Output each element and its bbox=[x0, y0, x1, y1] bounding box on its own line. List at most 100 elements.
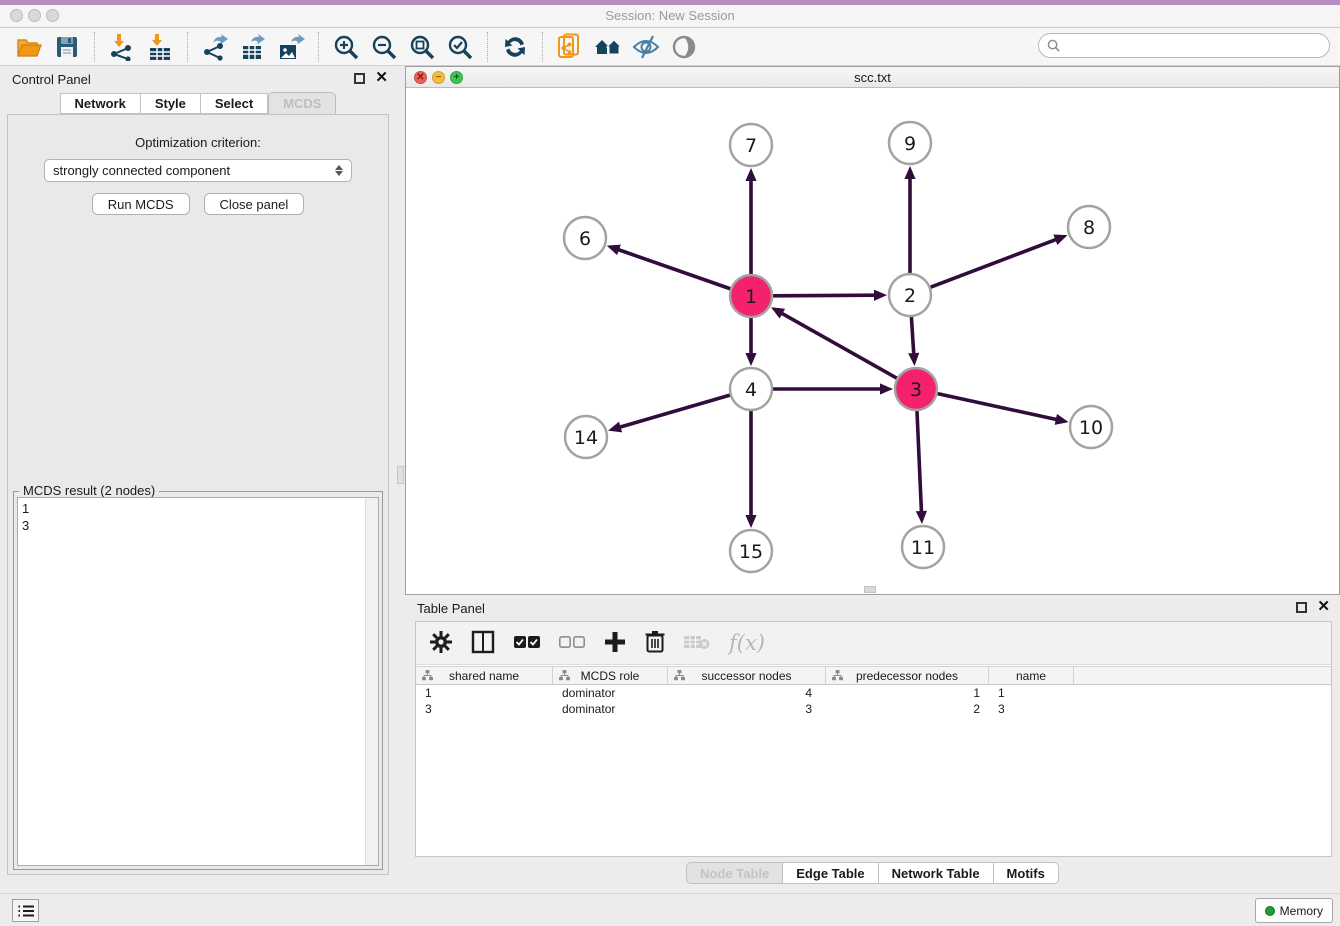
node-table: shared name MCDS role successor nodes pr… bbox=[416, 666, 1331, 717]
table-cell[interactable]: 3 bbox=[416, 702, 553, 716]
graph-edge-2-3[interactable] bbox=[908, 317, 919, 366]
optimization-criterion-label: Optimization criterion: bbox=[8, 135, 388, 150]
graph-node-3[interactable]: 3 bbox=[895, 368, 937, 410]
import-network-icon[interactable] bbox=[105, 31, 139, 63]
table-cell[interactable]: 1 bbox=[416, 686, 553, 700]
svg-text:9: 9 bbox=[904, 133, 916, 155]
graph-edge-4-15[interactable] bbox=[745, 411, 756, 528]
run-mcds-button[interactable]: Run MCDS bbox=[92, 193, 190, 215]
mcds-result-line: 1 bbox=[22, 500, 374, 517]
graph-node-4[interactable]: 4 bbox=[730, 368, 772, 410]
table-cell[interactable]: 1 bbox=[826, 686, 989, 700]
hide-graphics-details-icon[interactable] bbox=[629, 31, 663, 63]
select-all-columns-icon[interactable] bbox=[514, 635, 540, 652]
column-header-predecessor-nodes[interactable]: predecessor nodes bbox=[826, 667, 989, 684]
graph-edge-1-7[interactable] bbox=[745, 168, 756, 274]
graph-node-6[interactable]: 6 bbox=[564, 217, 606, 259]
memory-button[interactable]: Memory bbox=[1255, 898, 1333, 923]
graph-edge-3-1[interactable] bbox=[771, 307, 897, 378]
table-cell[interactable]: 2 bbox=[826, 702, 989, 716]
open-file-icon[interactable] bbox=[12, 31, 46, 63]
table-cell[interactable]: 1 bbox=[989, 686, 1074, 700]
tab-motifs[interactable]: Motifs bbox=[994, 862, 1059, 884]
svg-text:15: 15 bbox=[739, 541, 763, 563]
column-header-successor-nodes[interactable]: successor nodes bbox=[668, 667, 826, 684]
graph-node-9[interactable]: 9 bbox=[889, 122, 931, 164]
column-header-shared-name[interactable]: shared name bbox=[416, 667, 553, 684]
graph-edge-4-14[interactable] bbox=[608, 395, 730, 432]
layout-refresh-icon[interactable] bbox=[498, 31, 532, 63]
tab-network[interactable]: Network bbox=[60, 93, 141, 114]
graph-node-15[interactable]: 15 bbox=[730, 530, 772, 572]
graph-node-7[interactable]: 7 bbox=[730, 124, 772, 166]
tab-select[interactable]: Select bbox=[201, 93, 268, 114]
graph-edge-3-11[interactable] bbox=[916, 411, 927, 524]
task-history-button[interactable] bbox=[12, 899, 39, 922]
graph-edge-4-3[interactable] bbox=[773, 383, 893, 394]
function-builder-icon: f(x) bbox=[729, 631, 765, 655]
svg-text:3: 3 bbox=[910, 379, 922, 401]
table-close-panel-icon[interactable]: ✕ bbox=[1317, 599, 1330, 615]
window-titlebar: Session: New Session bbox=[0, 0, 1340, 28]
create-column-icon[interactable] bbox=[604, 631, 626, 656]
graph-edge-2-8[interactable] bbox=[931, 235, 1068, 288]
table-cell[interactable]: 4 bbox=[668, 686, 826, 700]
table-row[interactable]: 3dominator323 bbox=[416, 701, 1331, 717]
tab-style[interactable]: Style bbox=[141, 93, 201, 114]
network-window-titlebar[interactable]: ✕ − + scc.txt bbox=[406, 67, 1339, 88]
search-input[interactable] bbox=[1065, 36, 1329, 56]
close-panel-button[interactable]: Close panel bbox=[204, 193, 305, 215]
new-network-icon[interactable] bbox=[553, 31, 587, 63]
zoom-fit-icon[interactable] bbox=[405, 31, 439, 63]
column-header-mcds-role[interactable]: MCDS role bbox=[553, 667, 668, 684]
table-cell[interactable]: 3 bbox=[989, 702, 1074, 716]
graph-node-11[interactable]: 11 bbox=[902, 526, 944, 568]
table-cell[interactable]: dominator bbox=[553, 686, 668, 700]
mcds-result-textarea[interactable]: 13 bbox=[17, 497, 379, 866]
tab-network-table[interactable]: Network Table bbox=[879, 862, 994, 884]
network-window-title: scc.txt bbox=[406, 70, 1339, 85]
save-session-icon[interactable] bbox=[50, 31, 84, 63]
graph-node-10[interactable]: 10 bbox=[1070, 406, 1112, 448]
show-graphics-details-icon[interactable] bbox=[667, 31, 701, 63]
delete-column-icon[interactable] bbox=[645, 630, 665, 656]
table-float-panel-icon[interactable] bbox=[1296, 602, 1307, 613]
zoom-in-icon[interactable] bbox=[329, 31, 363, 63]
panel-splitter-grip[interactable] bbox=[397, 466, 404, 484]
criterion-value: strongly connected component bbox=[53, 163, 230, 178]
column-header-name[interactable]: name bbox=[989, 667, 1074, 684]
graph-edge-2-9[interactable] bbox=[904, 166, 915, 273]
table-cell[interactable]: dominator bbox=[553, 702, 668, 716]
graph-edge-1-2[interactable] bbox=[773, 290, 887, 301]
graph-node-14[interactable]: 14 bbox=[565, 416, 607, 458]
table-row[interactable]: 1dominator411 bbox=[416, 685, 1331, 701]
table-settings-gear-icon[interactable] bbox=[430, 631, 452, 656]
svg-text:2: 2 bbox=[904, 285, 916, 307]
float-panel-icon[interactable] bbox=[354, 73, 365, 84]
table-cell[interactable]: 3 bbox=[668, 702, 826, 716]
export-network-icon[interactable] bbox=[198, 31, 232, 63]
unselect-all-columns-icon[interactable] bbox=[559, 635, 585, 652]
export-image-icon[interactable] bbox=[274, 31, 308, 63]
tab-node-table[interactable]: Node Table bbox=[686, 862, 783, 884]
export-table-icon[interactable] bbox=[236, 31, 270, 63]
horizontal-scrollbar-thumb[interactable] bbox=[864, 586, 876, 593]
zoom-selected-icon[interactable] bbox=[443, 31, 477, 63]
first-neighbors-icon[interactable] bbox=[591, 31, 625, 63]
tab-edge-table[interactable]: Edge Table bbox=[783, 862, 878, 884]
memory-status-icon bbox=[1265, 906, 1275, 916]
graph-node-8[interactable]: 8 bbox=[1068, 206, 1110, 248]
network-canvas[interactable]: 7 9 6 8 1 2 4 3 14 10 15 11 bbox=[406, 88, 1339, 594]
tab-mcds[interactable]: MCDS bbox=[268, 92, 336, 115]
zoom-out-icon[interactable] bbox=[367, 31, 401, 63]
graph-edge-1-4[interactable] bbox=[745, 318, 756, 366]
criterion-dropdown[interactable]: strongly connected component bbox=[44, 159, 352, 182]
close-panel-icon[interactable]: ✕ bbox=[375, 70, 388, 86]
graph-edge-1-6[interactable] bbox=[607, 245, 731, 289]
show-columns-panel-icon[interactable] bbox=[471, 630, 495, 657]
import-table-icon[interactable] bbox=[143, 31, 177, 63]
graph-edge-3-10[interactable] bbox=[937, 394, 1068, 425]
graph-node-2[interactable]: 2 bbox=[889, 274, 931, 316]
graph-node-1[interactable]: 1 bbox=[730, 275, 772, 317]
result-scrollbar[interactable] bbox=[365, 498, 378, 865]
